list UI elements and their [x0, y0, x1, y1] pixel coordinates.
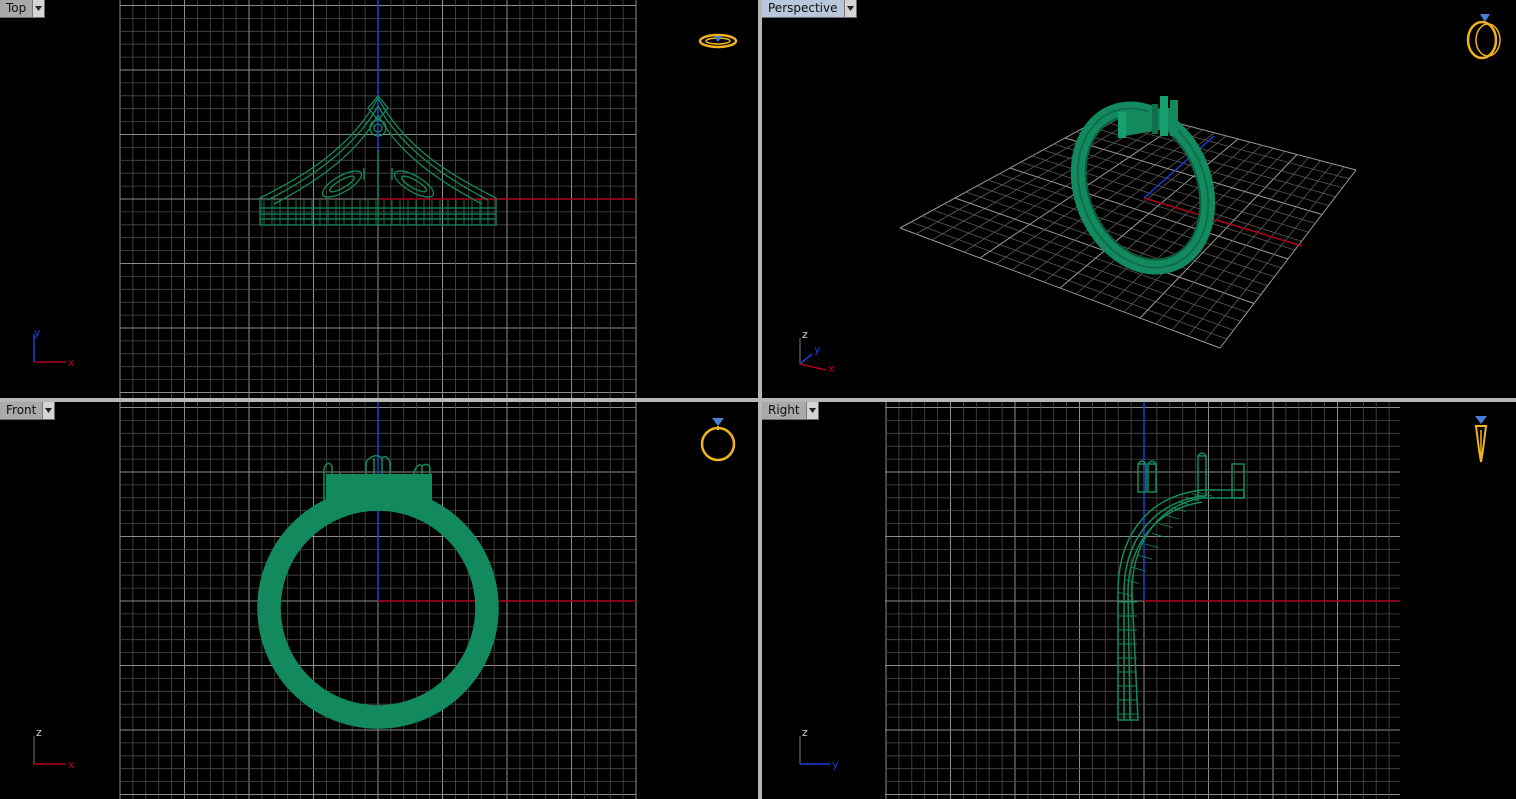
x-axis-line — [1143, 197, 1303, 247]
view-gizmo-icon[interactable] — [1468, 410, 1498, 466]
viewport-right-tab[interactable]: Right — [762, 402, 819, 420]
chevron-down-icon[interactable] — [42, 402, 55, 419]
view-gizmo-icon[interactable] — [698, 30, 740, 52]
z-axis-label: z — [802, 726, 808, 739]
viewport-front[interactable]: Front x z — [0, 402, 758, 799]
x-axis-label: x — [68, 758, 75, 771]
y-axis-label: y — [832, 758, 839, 771]
axis-indicator: x y — [33, 326, 75, 369]
viewport-top[interactable]: Top x y — [0, 0, 758, 398]
x-axis-label: x — [828, 362, 835, 375]
perspective-grid — [899, 107, 1357, 349]
axis-indicator: z y x — [799, 328, 835, 375]
chevron-down-icon[interactable] — [805, 402, 818, 419]
viewport-title: Perspective — [768, 1, 838, 15]
chevron-down-icon[interactable] — [843, 0, 856, 17]
view-gizmo-icon[interactable] — [1462, 10, 1506, 62]
viewport-perspective-tab[interactable]: Perspective — [762, 0, 857, 18]
viewport-perspective[interactable]: Perspective z y x — [762, 0, 1516, 398]
axis-indicator: x z — [33, 726, 75, 771]
viewport-title: Front — [6, 403, 37, 417]
z-axis-label: z — [36, 726, 42, 739]
view-gizmo-icon[interactable] — [698, 412, 740, 464]
x-axis-label: x — [68, 356, 75, 369]
viewport-top-tab[interactable]: Top — [0, 0, 46, 18]
viewport-title: Right — [768, 403, 800, 417]
chevron-down-icon[interactable] — [32, 0, 45, 17]
viewport-front-canvas[interactable] — [0, 402, 758, 799]
z-axis-label: z — [802, 328, 808, 341]
ring-model-right[interactable] — [1117, 452, 1245, 721]
viewport-title: Top — [6, 1, 27, 15]
viewport-splitter-horizontal[interactable] — [0, 398, 1516, 402]
viewport-top-canvas[interactable] — [0, 0, 758, 398]
viewport-front-tab[interactable]: Front — [0, 402, 56, 420]
viewport-right[interactable]: Right y z — [762, 402, 1516, 799]
y-axis-label: y — [814, 343, 821, 356]
y-axis-label: y — [34, 326, 41, 339]
viewport-right-canvas[interactable] — [762, 402, 1516, 799]
viewport-perspective-canvas[interactable] — [762, 0, 1516, 398]
axis-indicator: y z — [799, 726, 839, 771]
